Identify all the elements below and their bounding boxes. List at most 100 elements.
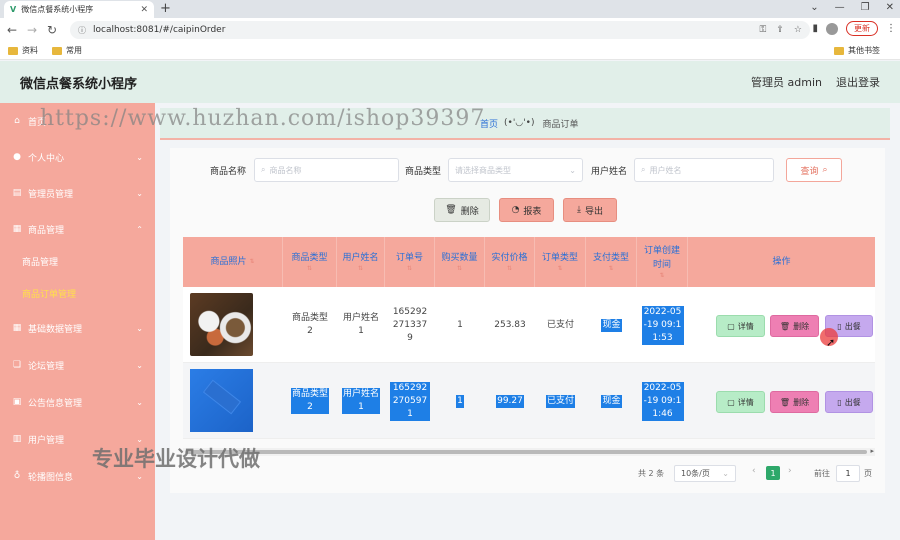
sidebar-item-admin[interactable]: ▤ 管理员管理 ⌄ bbox=[0, 175, 155, 211]
table-icon: ▦ bbox=[12, 323, 22, 333]
batch-delete-button[interactable]: 🗑 删除 bbox=[434, 198, 490, 222]
sidebar-item-profile[interactable]: ● 个人中心 ⌄ bbox=[0, 139, 155, 175]
new-tab-icon[interactable]: + bbox=[160, 1, 171, 16]
search-icon: ⌕ bbox=[822, 165, 828, 175]
trash-icon: 🗑 bbox=[445, 205, 457, 215]
browser-tab[interactable]: V 微信点餐系统小程序 ✕ bbox=[4, 1, 154, 18]
delete-button[interactable]: 🗑 删除 bbox=[770, 315, 819, 337]
profile-icon[interactable] bbox=[826, 22, 838, 35]
cell-quantity: 1 bbox=[457, 319, 463, 330]
column-header[interactable]: 订单创建时间 ⇅ bbox=[637, 237, 688, 287]
sort-icon[interactable]: ⇅ bbox=[491, 265, 527, 273]
cell-created-time: 2022-05-19 09:11:46 bbox=[637, 363, 688, 439]
user-name-label: 用户姓名 bbox=[591, 166, 628, 177]
key-icon[interactable]: ⚿ bbox=[760, 25, 767, 35]
sidebar-item-forum[interactable]: ❏ 论坛管理 ⌄ bbox=[0, 347, 155, 383]
delete-button[interactable]: 🗑 删除 bbox=[770, 391, 819, 413]
next-page-icon[interactable]: › bbox=[788, 466, 792, 476]
app-header: 微信点餐系统小程序 管理员 admin 退出登录 bbox=[0, 61, 900, 103]
goods-name-label: 商品名称 bbox=[210, 166, 247, 177]
goto-page-input[interactable]: 1 bbox=[836, 465, 860, 482]
menu-icon[interactable]: ⋮ bbox=[886, 23, 896, 34]
bulb-icon: ♁ bbox=[13, 471, 21, 481]
download-icon: ⤓ bbox=[577, 205, 581, 215]
sidebar-item-notice[interactable]: ▣ 公告信息管理 ⌄ bbox=[0, 384, 155, 420]
sort-icon[interactable]: ⇅ bbox=[593, 265, 629, 273]
query-button[interactable]: 查询 ⌕ bbox=[786, 158, 842, 182]
trash-icon: 🗑 bbox=[779, 397, 791, 407]
horizontal-scrollbar[interactable]: ▸ bbox=[183, 447, 875, 456]
page-number-current[interactable]: 1 bbox=[766, 466, 780, 480]
reload-icon[interactable]: ↻ bbox=[42, 23, 62, 37]
vue-favicon-icon: V bbox=[10, 5, 17, 14]
watermark-url: https://www.huzhan.com/ishop39397 bbox=[40, 106, 486, 131]
column-header[interactable]: 支付类型 ⇅ bbox=[586, 237, 637, 287]
share-icon[interactable]: ⇪ bbox=[776, 25, 784, 35]
goods-name-input[interactable]: ⌕ 商品名称 bbox=[254, 158, 399, 182]
column-header[interactable]: 订单号 ⇅ bbox=[385, 237, 435, 287]
restore-icon[interactable]: ❐ bbox=[861, 2, 870, 13]
sort-icon[interactable]: ⇅ bbox=[291, 265, 327, 273]
star-icon[interactable]: ☆ bbox=[794, 25, 802, 35]
sidebar-subitem-goods-orders[interactable]: 商品订单管理 bbox=[0, 277, 155, 309]
grid-icon: ▦ bbox=[12, 224, 22, 234]
mouse-cursor-icon: ➚ bbox=[826, 336, 836, 349]
goods-type-select[interactable]: 请选择商品类型 ⌄ bbox=[448, 158, 583, 182]
sort-icon[interactable]: ⇅ bbox=[643, 272, 681, 280]
breadcrumb-current: 商品订单 bbox=[542, 119, 579, 130]
back-icon[interactable]: ← bbox=[2, 23, 22, 37]
user-icon: ● bbox=[13, 152, 21, 162]
goods-type-label: 商品类型 bbox=[405, 166, 442, 177]
sort-icon[interactable]: ⇅ bbox=[441, 265, 477, 273]
sidebar: ⌂ 首页 ● 个人中心 ⌄ ▤ 管理员管理 ⌄ ▦ 商品管理 ⌃ 商品管理 商品订单管理 ▦ 基… bbox=[0, 103, 155, 540]
forward-icon[interactable]: → bbox=[22, 23, 42, 37]
sort-icon[interactable]: ⇅ bbox=[249, 258, 254, 266]
address-bar[interactable]: ⓘ localhost:8081/#/caipinOrder ⚿ ⇪ ☆ bbox=[70, 21, 810, 39]
table-row[interactable]: 商品类型2 用户姓名1 1652922713379 1 253.83 已支付 现… bbox=[183, 287, 875, 363]
scroll-right-icon[interactable]: ▸ bbox=[870, 447, 874, 455]
chevron-down-icon: ⌄ bbox=[136, 323, 143, 333]
user-name-input[interactable]: ⌕ 用户姓名 bbox=[634, 158, 774, 182]
chevron-down-icon: ⌄ bbox=[136, 152, 143, 162]
bookmark-folder[interactable]: 资料 bbox=[8, 45, 38, 56]
detail-button[interactable]: ▢ 详情 bbox=[716, 315, 765, 337]
bookmark-folder[interactable]: 常用 bbox=[52, 45, 82, 56]
app-title: 微信点餐系统小程序 bbox=[20, 76, 138, 92]
sort-icon[interactable]: ⇅ bbox=[396, 265, 423, 273]
column-header[interactable]: 用户姓名 ⇅ bbox=[337, 237, 385, 287]
export-button[interactable]: ⤓ 导出 bbox=[563, 198, 617, 222]
sidebar-item-basedata[interactable]: ▦ 基础数据管理 ⌄ bbox=[0, 310, 155, 346]
sort-icon[interactable]: ⇅ bbox=[542, 265, 578, 273]
update-button[interactable]: 更新 bbox=[846, 21, 878, 36]
serve-button[interactable]: ▯ 出餐 bbox=[825, 391, 873, 413]
close-window-icon[interactable]: ✕ bbox=[886, 2, 894, 13]
sidepanel-icon[interactable]: ▮ bbox=[812, 23, 818, 34]
search-icon: ⌕ bbox=[641, 165, 646, 174]
close-tab-icon[interactable]: ✕ bbox=[140, 5, 148, 15]
cell-order-type: 已支付 bbox=[545, 394, 575, 408]
column-header[interactable]: 购买数量 ⇅ bbox=[435, 237, 485, 287]
column-header[interactable]: 商品照片 ⇅ bbox=[183, 237, 283, 287]
cell-price: 99.27 bbox=[496, 394, 524, 408]
detail-button[interactable]: ▢ 详情 bbox=[716, 391, 765, 413]
minimize-icon[interactable]: — bbox=[835, 2, 845, 13]
scrollbar-thumb[interactable] bbox=[185, 450, 867, 454]
sidebar-item-goods[interactable]: ▦ 商品管理 ⌃ bbox=[0, 211, 155, 247]
sort-icon[interactable]: ⇅ bbox=[342, 265, 378, 273]
notice-icon: ▣ bbox=[12, 397, 22, 407]
watermark-text: 专业毕业设计代做 bbox=[92, 447, 260, 471]
report-button[interactable]: ◔ 报表 bbox=[499, 198, 554, 222]
document-icon: ▢ bbox=[727, 397, 735, 407]
column-header[interactable]: 实付价格 ⇅ bbox=[485, 237, 535, 287]
page-size-select[interactable]: 10条/页 ⌄ bbox=[674, 465, 736, 482]
other-bookmarks[interactable]: 其他书签 bbox=[834, 45, 880, 56]
prev-page-icon[interactable]: ‹ bbox=[752, 466, 756, 476]
tab-search-icon[interactable]: ⌄ bbox=[810, 2, 818, 13]
info-icon[interactable]: ⓘ bbox=[78, 25, 86, 36]
logout-link[interactable]: 退出登录 bbox=[836, 74, 880, 90]
column-header[interactable]: 商品类型 ⇅ bbox=[283, 237, 337, 287]
sidebar-subitem-goods[interactable]: 商品管理 bbox=[0, 245, 155, 277]
goto-label: 前往 bbox=[814, 468, 830, 478]
table-row[interactable]: 商品类型2 用户姓名1 1652922705971 1 99.27 已支付 现金… bbox=[183, 363, 875, 439]
column-header[interactable]: 订单类型 ⇅ bbox=[535, 237, 586, 287]
